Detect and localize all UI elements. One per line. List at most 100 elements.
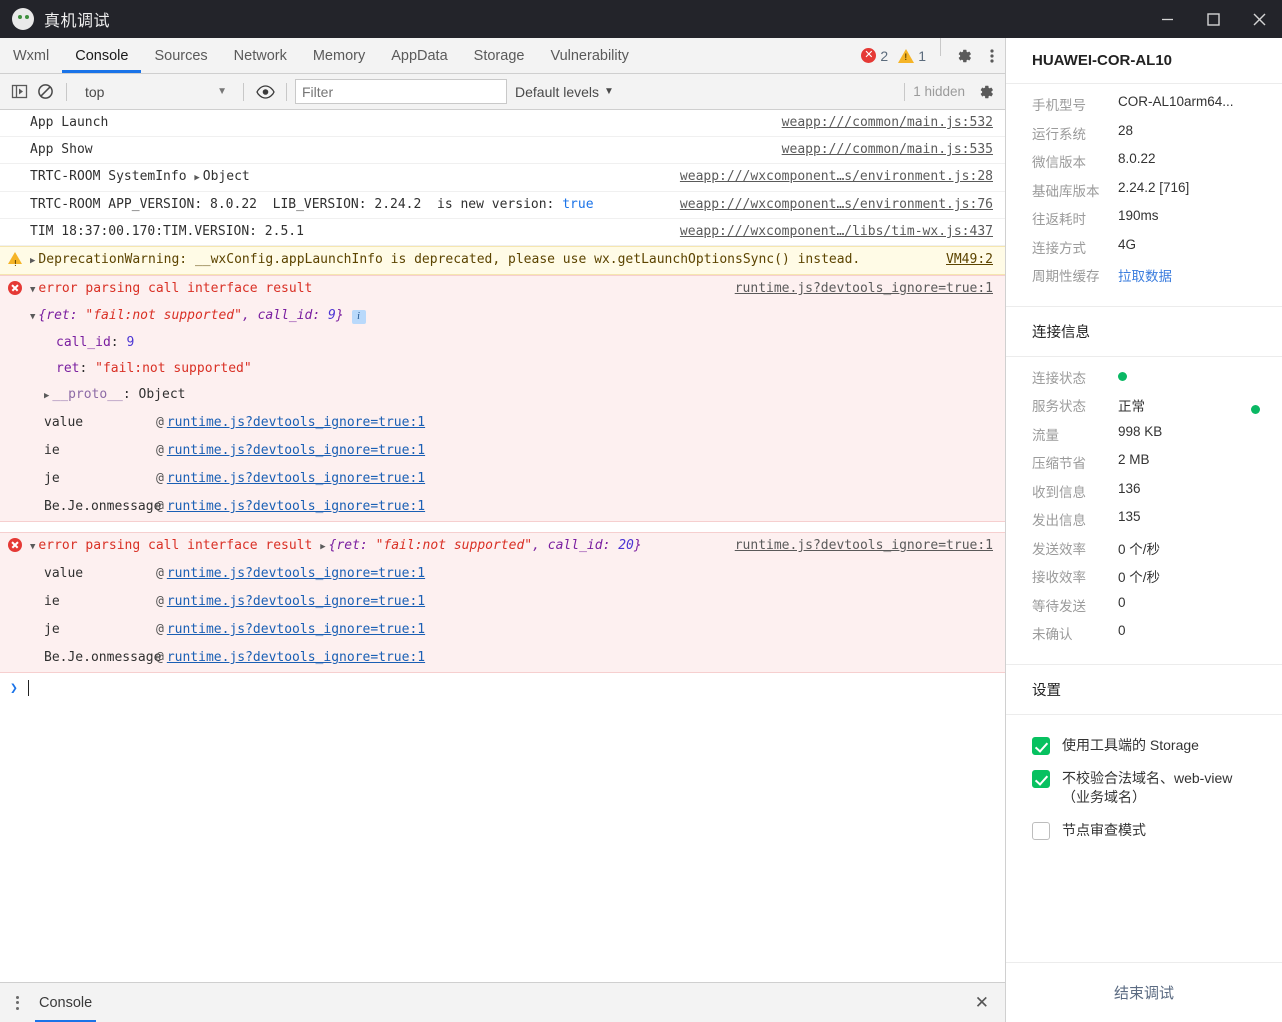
error-object-preview-row[interactable]: ▼ {ret: "fail:not supported", call_id: 9}… bbox=[0, 303, 1005, 330]
tab-network[interactable]: Network bbox=[221, 38, 300, 73]
checkbox-checked-icon[interactable] bbox=[1032, 736, 1050, 755]
object-property-row[interactable]: ▶ __proto__: Object bbox=[0, 382, 1005, 409]
sidebar-toggle-icon[interactable] bbox=[6, 79, 32, 105]
kebab-menu-icon[interactable] bbox=[979, 38, 1005, 74]
tab-wxml[interactable]: Wxml bbox=[0, 38, 62, 73]
console-source[interactable]: weapp:///wxcomponent…s/environment.js:28 bbox=[680, 167, 1005, 187]
object-label[interactable]: Object bbox=[203, 169, 250, 184]
collapse-arrow-icon[interactable]: ▼ bbox=[30, 307, 35, 327]
console-row[interactable]: App Launch weapp:///common/main.js:532 bbox=[0, 110, 1005, 137]
kebab-menu-icon[interactable] bbox=[16, 995, 19, 1010]
error-count-badge[interactable]: ✕ 2 bbox=[861, 48, 888, 64]
stack-link[interactable]: runtime.js?devtools_ignore=true:1 bbox=[167, 619, 425, 641]
tab-vulnerability[interactable]: Vulnerability bbox=[537, 38, 641, 73]
log-levels-select[interactable]: Default levels ▼ bbox=[507, 84, 622, 100]
clear-console-icon[interactable] bbox=[32, 79, 58, 105]
property-key: ret bbox=[56, 361, 80, 376]
filter-input[interactable] bbox=[295, 79, 507, 104]
console-source[interactable]: runtime.js?devtools_ignore=true:1 bbox=[735, 279, 1005, 299]
fetch-data-link[interactable]: 拉取数据 bbox=[1118, 265, 1172, 285]
source-link[interactable]: runtime.js?devtools_ignore=true:1 bbox=[735, 281, 993, 296]
source-link[interactable]: weapp:///wxcomponent…s/environment.js:76 bbox=[680, 197, 993, 212]
execution-context-select[interactable]: top ▼ bbox=[75, 79, 235, 105]
setting-node-inspect-mode[interactable]: 节点审查模式 bbox=[1006, 814, 1282, 847]
stack-link[interactable]: runtime.js?devtools_ignore=true:1 bbox=[167, 496, 425, 518]
row-gutter bbox=[0, 333, 30, 335]
console-error-group[interactable]: ▼ error parsing call interface result run… bbox=[0, 275, 1005, 522]
stack-link[interactable]: runtime.js?devtools_ignore=true:1 bbox=[167, 440, 425, 462]
console-output[interactable]: App Launch weapp:///common/main.js:532 A… bbox=[0, 110, 1005, 982]
console-row[interactable]: TRTC-ROOM SystemInfo ▶ Object weapp:///wx… bbox=[0, 164, 1005, 192]
object-property-row[interactable]: ret: "fail:not supported" bbox=[0, 356, 1005, 382]
console-source[interactable]: VM49:2 bbox=[946, 250, 1005, 270]
conn-row-receive-rate: 接收效率 0 个/秒 bbox=[1006, 566, 1282, 595]
info-value: 136 bbox=[1118, 480, 1141, 496]
stack-at: @ bbox=[156, 594, 164, 609]
checkbox-checked-icon[interactable] bbox=[1032, 769, 1050, 788]
tab-sources[interactable]: Sources bbox=[141, 38, 220, 73]
settings-block: 使用工具端的 Storage 不校验合法域名、web-view（业务域名） 节点… bbox=[1006, 715, 1282, 859]
eye-icon[interactable] bbox=[252, 79, 278, 105]
stack-link[interactable]: runtime.js?devtools_ignore=true:1 bbox=[167, 412, 425, 434]
console-source[interactable]: weapp:///common/main.js:532 bbox=[782, 113, 1005, 133]
source-link[interactable]: weapp:///wxcomponent…s/environment.js:28 bbox=[680, 169, 993, 184]
gear-icon[interactable] bbox=[949, 38, 979, 74]
collapse-arrow-icon[interactable]: ▼ bbox=[30, 537, 35, 557]
source-link[interactable]: weapp:///common/main.js:535 bbox=[782, 142, 993, 157]
end-debug-button[interactable]: 结束调试 bbox=[1006, 962, 1282, 1022]
console-settings-gear-icon[interactable] bbox=[973, 79, 999, 105]
expand-arrow-icon[interactable]: ▶ bbox=[44, 386, 49, 406]
console-row[interactable]: App Show weapp:///common/main.js:535 bbox=[0, 137, 1005, 164]
tab-console[interactable]: Console bbox=[62, 38, 142, 73]
console-source[interactable]: runtime.js?devtools_ignore=true:1 bbox=[735, 536, 1005, 556]
stack-frame-row[interactable]: ie @ runtime.js?devtools_ignore=true:1 bbox=[0, 437, 1005, 465]
tab-memory[interactable]: Memory bbox=[300, 38, 378, 73]
console-warning-row[interactable]: ▶DeprecationWarning: __wxConfig.appLaunc… bbox=[0, 246, 1005, 275]
stack-link[interactable]: runtime.js?devtools_ignore=true:1 bbox=[167, 468, 425, 490]
setting-use-tool-storage[interactable]: 使用工具端的 Storage bbox=[1006, 729, 1282, 762]
close-icon[interactable]: ✕ bbox=[975, 993, 995, 1013]
stack-link[interactable]: runtime.js?devtools_ignore=true:1 bbox=[167, 591, 425, 613]
expand-arrow-icon[interactable]: ▶ bbox=[30, 251, 35, 271]
hidden-messages-count[interactable]: 1 hidden bbox=[913, 84, 973, 99]
stack-frame-row[interactable]: je @ runtime.js?devtools_ignore=true:1 bbox=[0, 616, 1005, 644]
drawer-tab-console[interactable]: Console bbox=[35, 983, 97, 1022]
source-link[interactable]: weapp:///common/main.js:532 bbox=[782, 115, 993, 130]
collapse-arrow-icon[interactable]: ▼ bbox=[30, 280, 35, 300]
stack-link[interactable]: runtime.js?devtools_ignore=true:1 bbox=[167, 647, 425, 669]
stack-frame-row[interactable]: value @ runtime.js?devtools_ignore=true:… bbox=[0, 560, 1005, 588]
tab-appdata[interactable]: AppData bbox=[378, 38, 460, 73]
info-badge-icon[interactable]: i bbox=[351, 310, 366, 324]
console-prompt[interactable]: ❯ bbox=[0, 673, 1005, 703]
source-link[interactable]: weapp:///wxcomponent…/libs/tim-wx.js:437 bbox=[680, 224, 993, 239]
console-row[interactable]: TIM 18:37:00.170:TIM.VERSION: 2.5.1 weap… bbox=[0, 219, 1005, 246]
minimize-button[interactable] bbox=[1144, 0, 1190, 38]
stack-link[interactable]: runtime.js?devtools_ignore=true:1 bbox=[167, 563, 425, 585]
console-error-row[interactable]: ▼ error parsing call interface result ▶ {r… bbox=[0, 533, 1005, 560]
console-source[interactable]: weapp:///wxcomponent…s/environment.js:76 bbox=[680, 195, 1005, 215]
maximize-button[interactable] bbox=[1190, 0, 1236, 38]
console-error-group[interactable]: ▼ error parsing call interface result ▶ {r… bbox=[0, 532, 1005, 673]
object-property-row[interactable]: call_id: 9 bbox=[0, 330, 1005, 356]
stack-frame-row[interactable]: je @ runtime.js?devtools_ignore=true:1 bbox=[0, 465, 1005, 493]
warning-count-badge[interactable]: 1 bbox=[898, 48, 926, 64]
setting-skip-domain-validation[interactable]: 不校验合法域名、web-view（业务域名） bbox=[1006, 762, 1282, 814]
source-link[interactable]: runtime.js?devtools_ignore=true:1 bbox=[735, 538, 993, 553]
stack-frame-row[interactable]: value @ runtime.js?devtools_ignore=true:… bbox=[0, 409, 1005, 437]
stack-frame-row[interactable]: ie @ runtime.js?devtools_ignore=true:1 bbox=[0, 588, 1005, 616]
source-link[interactable]: VM49:2 bbox=[946, 252, 993, 267]
console-row[interactable]: TRTC-ROOM APP_VERSION: 8.0.22 LIB_VERSIO… bbox=[0, 192, 1005, 219]
console-source[interactable]: weapp:///wxcomponent…/libs/tim-wx.js:437 bbox=[680, 222, 1005, 242]
issue-counters[interactable]: ✕ 2 1 bbox=[861, 38, 932, 73]
console-source[interactable]: weapp:///common/main.js:535 bbox=[782, 140, 1005, 160]
tab-storage[interactable]: Storage bbox=[461, 38, 538, 73]
close-button[interactable] bbox=[1236, 0, 1282, 38]
info-value: 8.0.22 bbox=[1118, 151, 1156, 166]
console-error-row[interactable]: ▼ error parsing call interface result run… bbox=[0, 276, 1005, 303]
boolean-value: true bbox=[562, 197, 594, 212]
stack-frame-row[interactable]: Be.Je.onmessage @ runtime.js?devtools_ig… bbox=[0, 493, 1005, 521]
expand-arrow-icon[interactable]: ▶ bbox=[320, 537, 325, 557]
checkbox-unchecked-icon[interactable] bbox=[1032, 821, 1050, 840]
expand-arrow-icon[interactable]: ▶ bbox=[194, 168, 199, 188]
stack-frame-row[interactable]: Be.Je.onmessage @ runtime.js?devtools_ig… bbox=[0, 644, 1005, 672]
